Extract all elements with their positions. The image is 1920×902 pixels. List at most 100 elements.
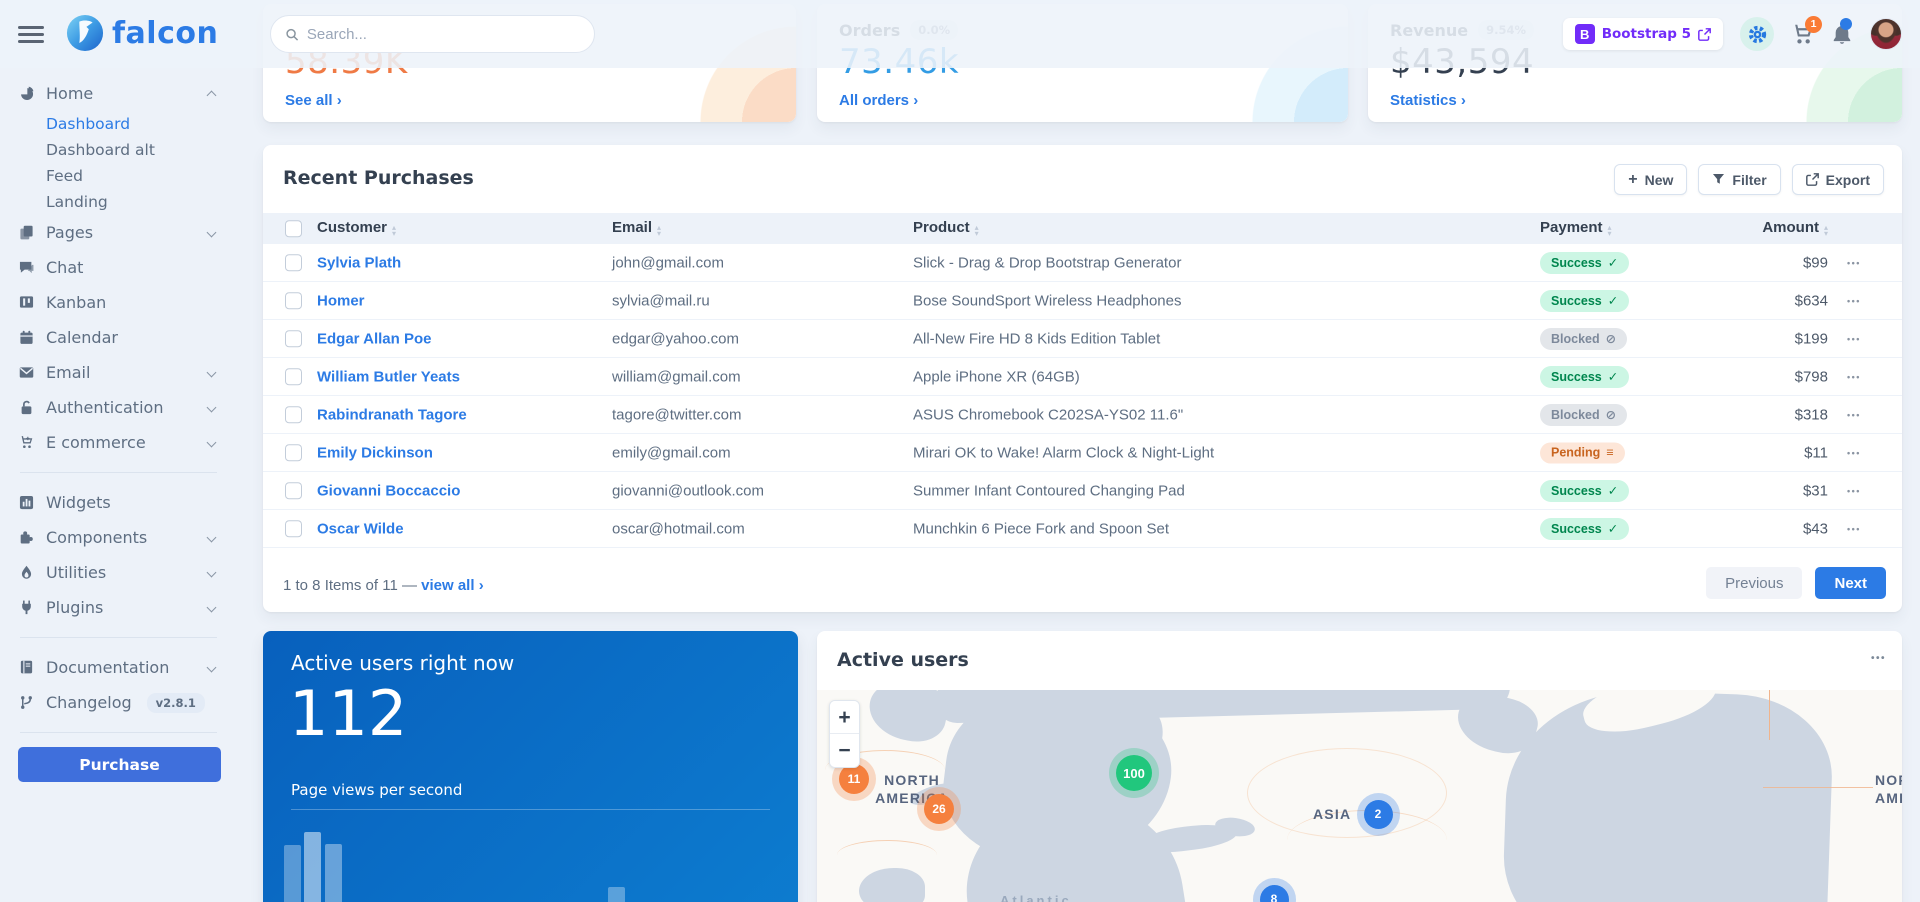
sidebar-item-feed[interactable]: Feed — [18, 163, 219, 189]
map-marker[interactable]: 8 — [1260, 885, 1289, 902]
settings-gear-icon[interactable] — [1740, 17, 1774, 51]
product-cell: All-New Fire HD 8 Kids Edition Tablet — [913, 330, 1160, 347]
table-footer-summary: 1 to 8 Items of 11 — view all › — [283, 577, 484, 594]
amount-cell: $11 — [1804, 444, 1828, 461]
row-checkbox[interactable] — [285, 254, 302, 271]
notifications-bell-icon[interactable] — [1831, 23, 1853, 45]
sidebar-item-authentication[interactable]: Authentication — [18, 390, 219, 425]
see-all-link[interactable]: See all › — [285, 92, 342, 109]
sort-icon[interactable]: ▴▾ — [1824, 225, 1828, 239]
zoom-out-button[interactable]: − — [830, 734, 859, 767]
plug-icon — [18, 600, 35, 615]
sidebar-item-label: Utilities — [46, 563, 197, 582]
row-actions-menu[interactable]: ••• — [1847, 410, 1861, 420]
row-actions-menu[interactable]: ••• — [1847, 258, 1861, 268]
purchase-button[interactable]: Purchase — [18, 747, 221, 782]
sidebar-item-dashboard[interactable]: Dashboard — [18, 111, 219, 137]
row-checkbox[interactable] — [285, 368, 302, 385]
amount-cell: $31 — [1803, 482, 1828, 499]
previous-button[interactable]: Previous — [1706, 567, 1802, 599]
sidebar-item-documentation[interactable]: Documentation — [18, 650, 219, 685]
customer-link[interactable]: Sylvia Plath — [317, 254, 401, 271]
row-checkbox[interactable] — [285, 330, 302, 347]
cart-icon[interactable]: 1 — [1791, 23, 1814, 46]
sidebar-item-label: Chat — [46, 258, 219, 277]
map-label: Atlantic — [1000, 893, 1120, 902]
row-actions-menu[interactable]: ••• — [1847, 448, 1861, 458]
amount-cell: $43 — [1803, 520, 1828, 537]
filter-button[interactable]: Filter — [1698, 164, 1780, 195]
export-button[interactable]: Export — [1792, 164, 1884, 195]
column-header-payment[interactable]: Payment▴▾ — [1540, 219, 1612, 239]
sidebar-item-pages[interactable]: Pages — [18, 215, 219, 250]
code-branch-icon — [18, 695, 35, 710]
sidebar-item-components[interactable]: Components — [18, 520, 219, 555]
customer-link[interactable]: Homer — [317, 292, 365, 309]
bootstrap5-badge[interactable]: B Bootstrap 5 — [1563, 18, 1723, 50]
sidebar-item-calendar[interactable]: Calendar — [18, 320, 219, 355]
row-actions-menu[interactable]: ••• — [1847, 372, 1861, 382]
statistics-link[interactable]: Statistics › — [1390, 92, 1466, 109]
column-header-product[interactable]: Product▴▾ — [913, 219, 979, 239]
row-checkbox[interactable] — [285, 444, 302, 461]
row-checkbox[interactable] — [285, 292, 302, 309]
world-map[interactable]: + − 112610028NORTHAMERICAASIANORTHAMERIC… — [817, 690, 1902, 902]
sidebar-item-chat[interactable]: Chat — [18, 250, 219, 285]
active-users-map-card: Active users ••• + − — [817, 631, 1902, 902]
sidebar-item-dashboard-alt[interactable]: Dashboard alt — [18, 137, 219, 163]
sort-icon[interactable]: ▴▾ — [975, 225, 979, 239]
new-button[interactable]: + New — [1614, 164, 1687, 195]
sidebar-item-changelog[interactable]: Changelog v2.8.1 — [18, 685, 219, 720]
column-header-customer[interactable]: Customer▴▾ — [317, 219, 396, 239]
sort-icon[interactable]: ▴▾ — [657, 225, 661, 239]
map-marker[interactable]: 26 — [924, 794, 954, 824]
next-button[interactable]: Next — [1815, 567, 1886, 599]
sort-icon[interactable]: ▴▾ — [392, 225, 396, 239]
customer-link[interactable]: Oscar Wilde — [317, 520, 404, 537]
sidebar-item-widgets[interactable]: Widgets — [18, 485, 219, 520]
row-actions-menu[interactable]: ••• — [1847, 334, 1861, 344]
column-header-amount[interactable]: Amount▴▾ — [1762, 219, 1828, 239]
search-box[interactable] — [270, 15, 595, 53]
sidebar-item-home[interactable]: Home — [18, 76, 219, 111]
row-actions-menu[interactable]: ••• — [1847, 296, 1861, 306]
sidebar-item-landing[interactable]: Landing — [18, 189, 219, 215]
view-all-link[interactable]: view all › — [421, 577, 484, 594]
payment-status-badge: Blocked⊘ — [1540, 328, 1627, 350]
recent-purchases-title: Recent Purchases — [283, 167, 474, 189]
sidebar-toggle-icon[interactable] — [18, 26, 44, 43]
card-menu-dots[interactable]: ••• — [1871, 653, 1886, 664]
select-all-checkbox[interactable] — [285, 220, 302, 237]
customer-link[interactable]: Edgar Allan Poe — [317, 330, 431, 347]
map-marker[interactable]: 11 — [839, 764, 869, 794]
sidebar-item-kanban[interactable]: Kanban — [18, 285, 219, 320]
row-checkbox[interactable] — [285, 406, 302, 423]
kanban-icon — [18, 295, 35, 310]
chevron-down-icon — [207, 663, 217, 673]
sidebar-nav: Home Dashboard Dashboard alt Feed Landin… — [0, 68, 233, 902]
customer-link[interactable]: William Butler Yeats — [317, 368, 460, 385]
search-input[interactable] — [307, 26, 580, 43]
row-checkbox[interactable] — [285, 520, 302, 537]
all-orders-link[interactable]: All orders › — [839, 92, 918, 109]
customer-link[interactable]: Rabindranath Tagore — [317, 406, 467, 423]
map-marker[interactable]: 2 — [1364, 800, 1393, 829]
zoom-in-button[interactable]: + — [830, 701, 859, 734]
row-actions-menu[interactable]: ••• — [1847, 524, 1861, 534]
falcon-logo[interactable]: falcon — [66, 14, 218, 52]
row-actions-menu[interactable]: ••• — [1847, 486, 1861, 496]
sidebar-item-email[interactable]: Email — [18, 355, 219, 390]
customer-link[interactable]: Giovanni Boccaccio — [317, 482, 460, 499]
user-avatar[interactable] — [1870, 18, 1902, 50]
sidebar-item-ecommerce[interactable]: E commerce — [18, 425, 219, 460]
column-header-email[interactable]: Email▴▾ — [612, 219, 661, 239]
map-marker[interactable]: 100 — [1116, 755, 1152, 791]
sidebar-item-utilities[interactable]: Utilities — [18, 555, 219, 590]
table-row: William Butler Yeats william@gmail.com A… — [263, 358, 1902, 396]
row-checkbox[interactable] — [285, 482, 302, 499]
sidebar-item-plugins[interactable]: Plugins — [18, 590, 219, 625]
customer-link[interactable]: Emily Dickinson — [317, 444, 433, 461]
amount-cell: $798 — [1795, 368, 1828, 385]
status-icon: ✓ — [1608, 293, 1618, 308]
sort-icon[interactable]: ▴▾ — [1608, 225, 1612, 239]
